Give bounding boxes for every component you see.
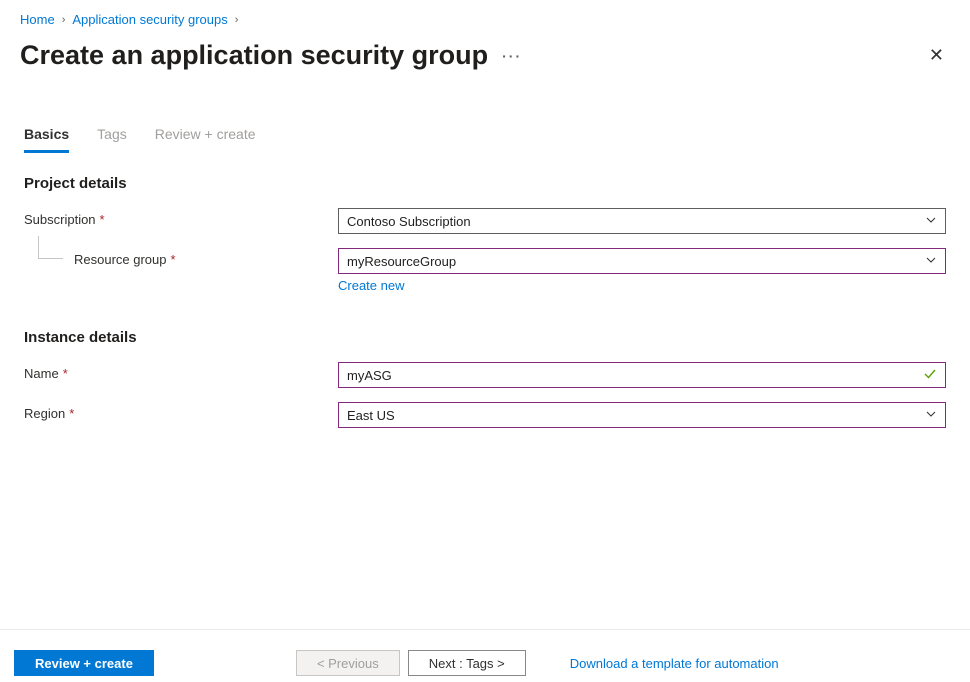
- required-indicator: *: [171, 252, 176, 267]
- region-label: Region*: [24, 402, 338, 421]
- resource-group-dropdown[interactable]: myResourceGroup: [338, 248, 946, 274]
- tab-review-create[interactable]: Review + create: [155, 126, 256, 153]
- more-options-icon[interactable]: ···: [502, 48, 522, 64]
- required-indicator: *: [100, 212, 105, 227]
- instance-details-heading: Instance details: [24, 329, 946, 346]
- chevron-down-icon: [925, 254, 937, 269]
- subscription-value: Contoso Subscription: [347, 214, 471, 229]
- next-button[interactable]: Next : Tags >: [408, 650, 526, 676]
- tab-basics[interactable]: Basics: [24, 126, 69, 153]
- chevron-right-icon: ›: [235, 14, 239, 26]
- chevron-down-icon: [925, 214, 937, 229]
- tab-bar: Basics Tags Review + create: [0, 72, 970, 153]
- footer-bar: Review + create < Previous Next : Tags >…: [0, 629, 970, 682]
- resource-group-value: myResourceGroup: [347, 254, 456, 269]
- close-icon[interactable]: ✕: [923, 39, 950, 72]
- subscription-dropdown[interactable]: Contoso Subscription: [338, 208, 946, 234]
- page-header: Create an application security group ···…: [0, 31, 970, 72]
- region-field-row: Region* East US: [24, 402, 946, 428]
- region-dropdown[interactable]: East US: [338, 402, 946, 428]
- chevron-right-icon: ›: [62, 14, 66, 26]
- checkmark-icon: [923, 367, 937, 384]
- name-value: myASG: [347, 368, 392, 383]
- project-details-section: Project details Subscription* Contoso Su…: [0, 153, 970, 293]
- breadcrumb-home-link[interactable]: Home: [20, 12, 55, 27]
- breadcrumb-parent-link[interactable]: Application security groups: [72, 12, 227, 27]
- name-input[interactable]: myASG: [338, 362, 946, 388]
- breadcrumb: Home › Application security groups ›: [0, 0, 970, 31]
- page-title: Create an application security group ···: [20, 40, 522, 71]
- region-value: East US: [347, 408, 395, 423]
- review-create-button[interactable]: Review + create: [14, 650, 154, 676]
- resource-group-field-row: Resource group* myResourceGroup Create n…: [24, 248, 946, 293]
- project-details-heading: Project details: [24, 175, 946, 192]
- subscription-label: Subscription*: [24, 208, 338, 227]
- previous-button: < Previous: [296, 650, 400, 676]
- resource-group-label: Resource group*: [24, 248, 338, 267]
- instance-details-section: Instance details Name* myASG Region* Eas…: [0, 307, 970, 428]
- required-indicator: *: [69, 406, 74, 421]
- create-new-link[interactable]: Create new: [338, 278, 946, 293]
- required-indicator: *: [63, 366, 68, 381]
- tab-tags[interactable]: Tags: [97, 126, 127, 153]
- name-field-row: Name* myASG: [24, 362, 946, 388]
- name-label: Name*: [24, 362, 338, 381]
- download-template-link[interactable]: Download a template for automation: [570, 656, 779, 671]
- subscription-field-row: Subscription* Contoso Subscription: [24, 208, 946, 234]
- chevron-down-icon: [925, 408, 937, 423]
- page-title-text: Create an application security group: [20, 40, 488, 71]
